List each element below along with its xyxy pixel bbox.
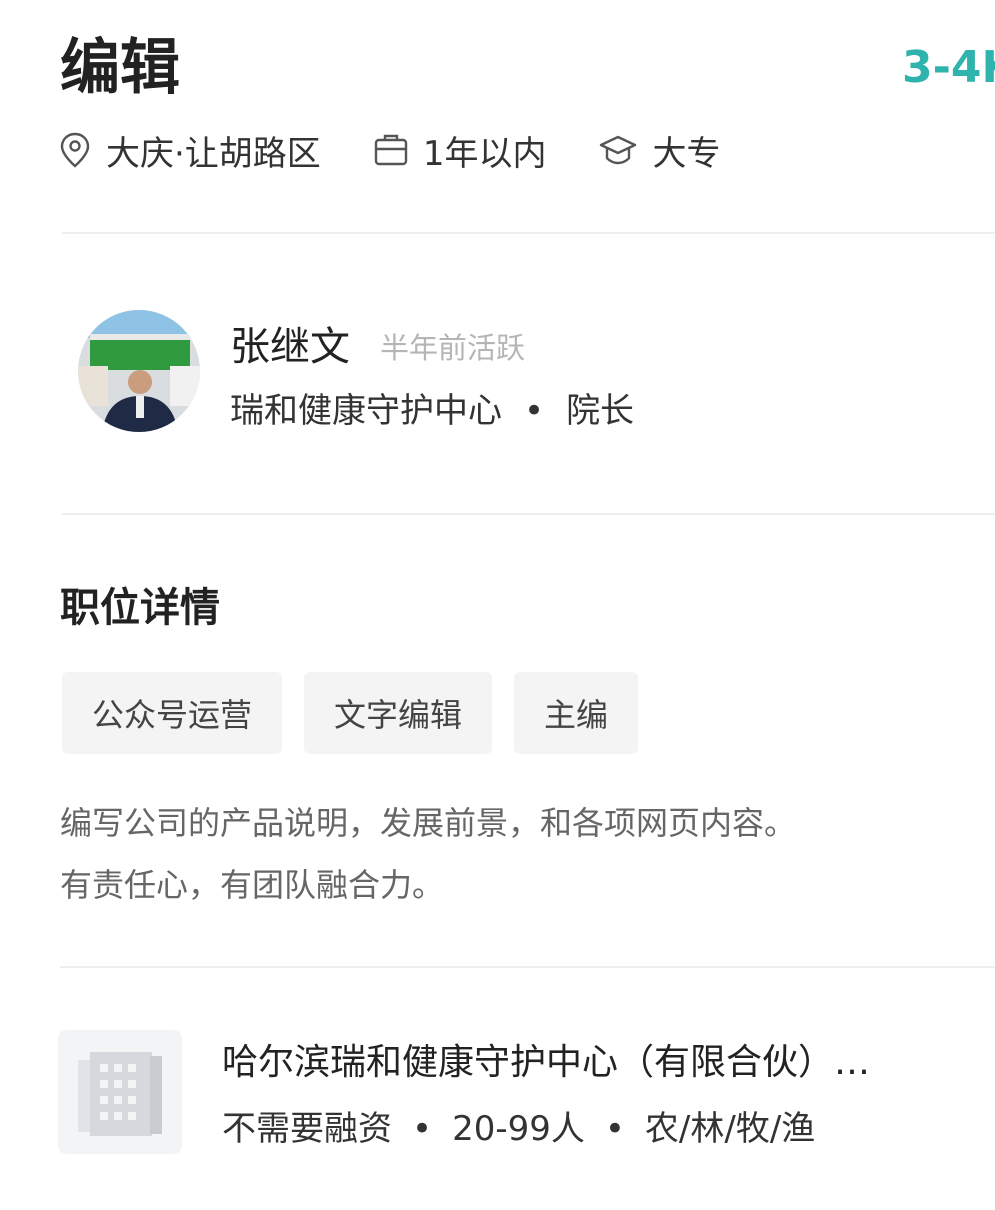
separator-dot: • bbox=[524, 391, 545, 431]
company-size: 20-99人 bbox=[452, 1109, 585, 1149]
recruiter-company-line: 瑞和健康守护中心 • 院长 bbox=[230, 388, 634, 434]
location-item: 大庆·让胡路区 bbox=[58, 126, 321, 175]
location-text: 大庆·让胡路区 bbox=[106, 133, 321, 174]
tag-item: 主编 bbox=[514, 672, 639, 754]
avatar[interactable] bbox=[78, 310, 200, 432]
building-icon bbox=[78, 1052, 162, 1136]
job-title: 编辑 bbox=[60, 33, 180, 103]
experience-item: 1年以内 bbox=[373, 126, 547, 175]
graduation-cap-icon bbox=[600, 135, 637, 165]
recruiter-name: 张继文 bbox=[230, 324, 350, 370]
company-logo bbox=[58, 1030, 182, 1154]
tag-item: 文字编辑 bbox=[304, 672, 493, 754]
company-name: 哈尔滨瑞和健康守护中心（有限合伙）… bbox=[222, 1042, 871, 1083]
briefcase-icon bbox=[374, 134, 408, 166]
company-industry: 农/林/牧/渔 bbox=[644, 1109, 816, 1149]
description-line: 编写公司的产品说明，发展前景，和各项网页内容。 bbox=[60, 804, 797, 842]
divider-3 bbox=[60, 966, 995, 968]
active-status: 半年前活跃 bbox=[380, 331, 526, 365]
recruiter-position: 院长 bbox=[566, 391, 635, 431]
recruiter-company: 瑞和健康守护中心 bbox=[230, 391, 502, 431]
separator-dot: • bbox=[412, 1109, 433, 1149]
description-line: 有责任心，有团队融合力。 bbox=[60, 866, 445, 904]
divider-1 bbox=[62, 232, 995, 234]
tag-item: 公众号运营 bbox=[62, 672, 283, 754]
education-text: 大专 bbox=[652, 133, 721, 174]
education-item: 大专 bbox=[598, 126, 720, 175]
separator-dot: • bbox=[604, 1109, 625, 1149]
divider-2 bbox=[62, 513, 995, 515]
company-financing: 不需要融资 bbox=[222, 1109, 392, 1149]
job-description: 编写公司的产品说明，发展前景，和各项网页内容。 有责任心，有团队融合力。 bbox=[60, 792, 796, 916]
company-info-line: 不需要融资 • 20-99人 • 农/林/牧/渔 bbox=[222, 1104, 815, 1154]
job-meta-row: 大庆·让胡路区 1年以内 大专 bbox=[58, 122, 772, 178]
salary: 3-4K bbox=[902, 42, 995, 93]
experience-text: 1年以内 bbox=[422, 133, 547, 174]
location-pin-icon bbox=[60, 132, 90, 168]
skill-tags: 公众号运营 文字编辑 主编 bbox=[62, 672, 660, 754]
section-title: 职位详情 bbox=[60, 585, 220, 631]
